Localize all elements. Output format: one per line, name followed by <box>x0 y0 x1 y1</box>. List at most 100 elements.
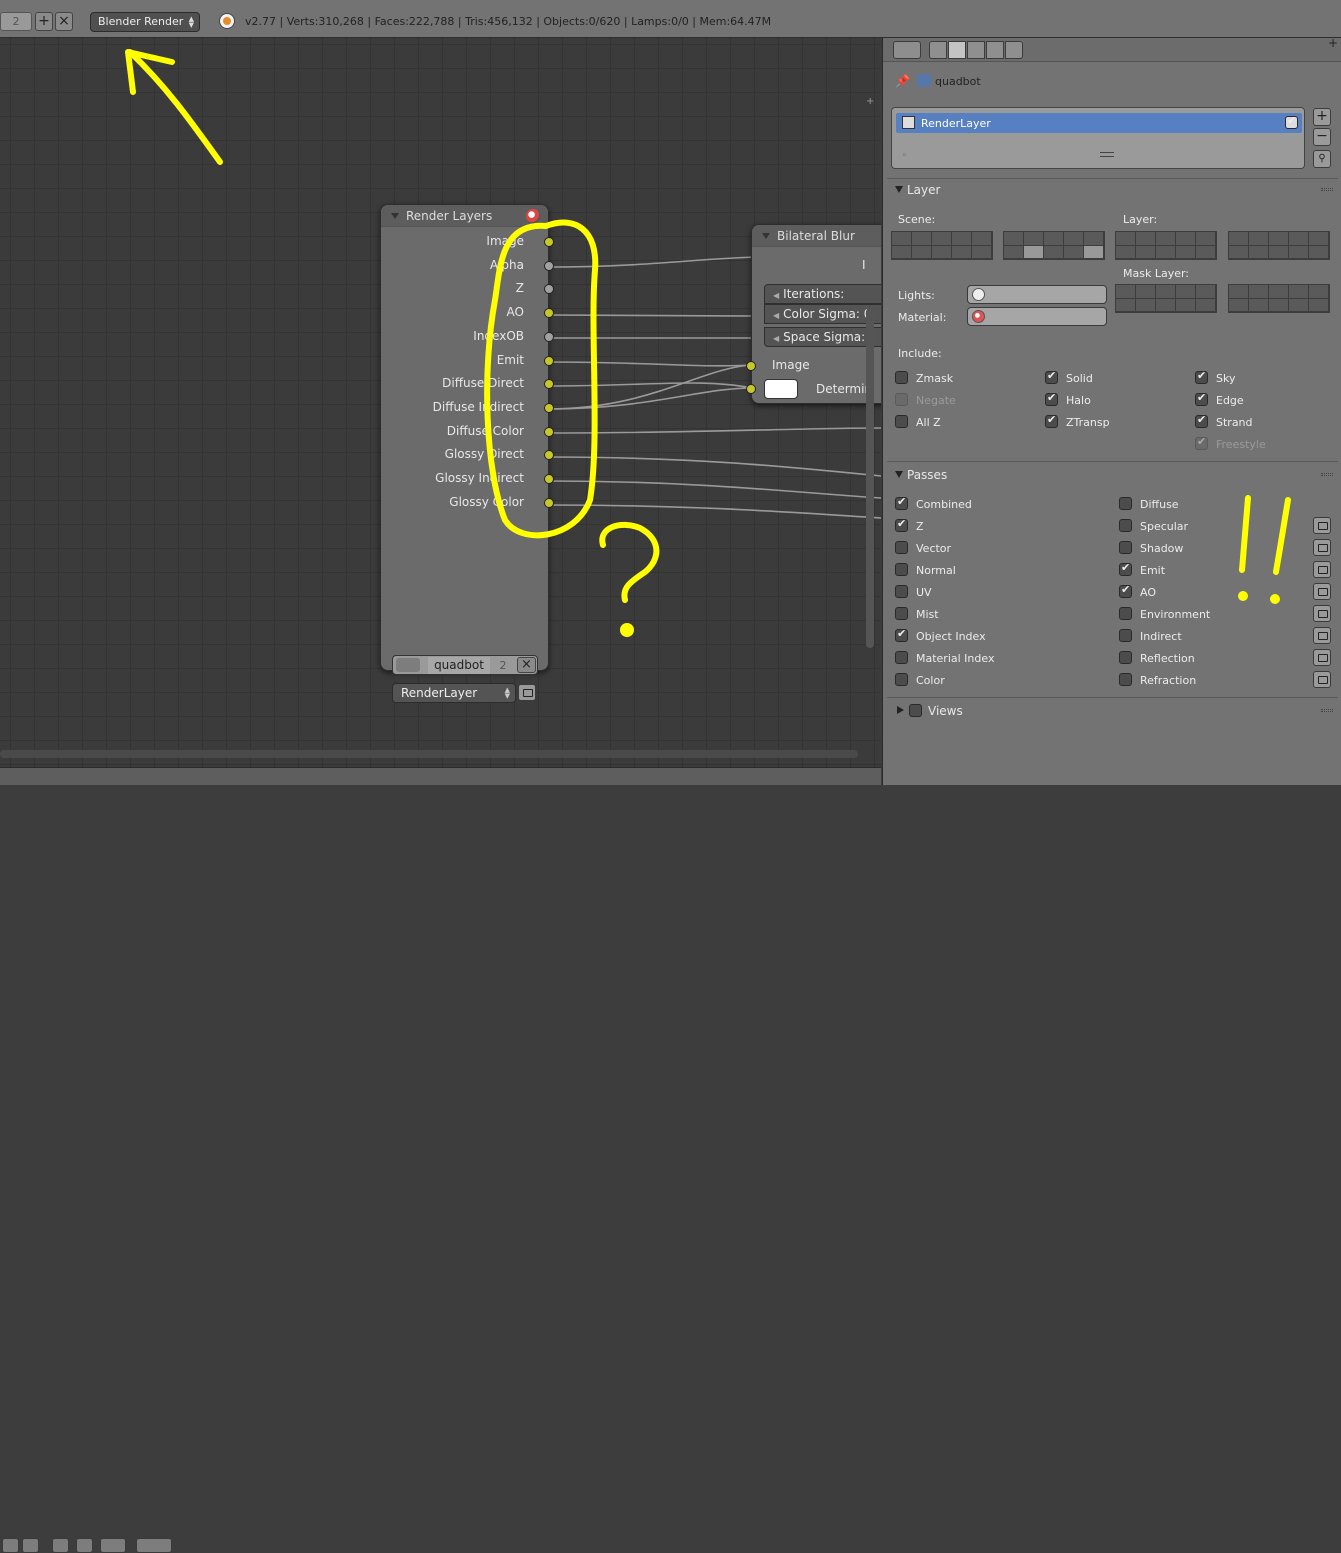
delete-scene-button[interactable]: × <box>55 12 73 31</box>
bilateral-blur-node[interactable]: Bilateral Blur I ◀ Iterations: ◀ Color Sig… <box>746 224 881 404</box>
iterations-field[interactable]: ◀ Iterations: <box>764 284 881 304</box>
pass-checkbox[interactable] <box>895 517 908 532</box>
render-layer-list-item[interactable]: RenderLayer <box>896 113 1302 133</box>
scene-users-field[interactable]: 2 <box>0 12 32 31</box>
pass-checkbox[interactable] <box>1119 541 1132 554</box>
pass-exclude-button[interactable] <box>1313 517 1331 534</box>
pass-checkbox[interactable] <box>1119 519 1132 532</box>
views-panel-expand-icon[interactable] <box>897 706 904 714</box>
output-socket[interactable] <box>544 260 554 271</box>
pin-icon[interactable]: 📌 <box>895 74 910 88</box>
pass-checkbox[interactable] <box>1119 561 1132 576</box>
scene-name-field[interactable]: quadbot <box>428 657 490 674</box>
pass-checkbox[interactable] <box>1119 629 1132 642</box>
scene-selector[interactable]: quadbot 2 × <box>392 655 538 675</box>
pass-checkbox[interactable] <box>1119 673 1132 686</box>
panel-drag-grip-icon[interactable] <box>1321 188 1333 191</box>
pass-exclude-button[interactable] <box>1313 539 1331 556</box>
properties-editor[interactable]: + 📌 quadbot RenderLayer ◦ + − ⚲ Layer Sc… <box>882 36 1341 785</box>
panel-drag-grip-icon[interactable] <box>1321 709 1333 712</box>
include-checkbox[interactable] <box>1195 435 1208 450</box>
pass-checkbox[interactable] <box>895 541 908 554</box>
pass-checkbox[interactable] <box>895 563 908 576</box>
output-socket[interactable] <box>544 237 554 247</box>
include-checkbox[interactable] <box>1195 369 1208 384</box>
include-checkbox[interactable] <box>1045 413 1058 428</box>
passes-panel-collapse-icon[interactable] <box>895 471 903 478</box>
pass-checkbox[interactable] <box>895 651 908 664</box>
output-socket[interactable] <box>544 355 554 366</box>
pass-checkbox[interactable] <box>895 673 908 686</box>
pass-checkbox[interactable] <box>895 585 908 598</box>
footer-icon-e[interactable] <box>100 1538 126 1553</box>
add-render-layer-button[interactable]: + <box>1313 108 1331 126</box>
pass-exclude-button[interactable] <box>1313 627 1331 644</box>
pass-checkbox[interactable] <box>895 495 908 510</box>
output-socket[interactable] <box>544 497 554 508</box>
vertical-scrollbar[interactable] <box>866 308 874 648</box>
horizontal-scrollbar[interactable] <box>0 750 858 758</box>
render-engine-dropdown[interactable]: Blender Render ▲ ▼ <box>90 12 200 32</box>
color-sigma-field[interactable]: ◀Color Sigma: 0 <box>764 304 881 324</box>
pass-exclude-button[interactable] <box>1313 561 1331 578</box>
pin-render-layer-button[interactable]: ⚲ <box>1313 150 1331 168</box>
pass-exclude-button[interactable] <box>1313 671 1331 688</box>
list-filter-icon[interactable]: ◦ <box>902 151 907 161</box>
render-preview-icon[interactable] <box>526 209 540 223</box>
layer-panel-title[interactable]: Layer <box>907 183 940 197</box>
corner-cross-icon[interactable]: + <box>1328 36 1338 50</box>
pass-checkbox[interactable] <box>1119 651 1132 664</box>
render-layers-node[interactable]: Render Layers Image Alpha Z AO IndexOB Emit Di… <box>380 204 554 703</box>
pass-exclude-button[interactable] <box>1313 583 1331 600</box>
editor-type-menu[interactable] <box>893 41 921 59</box>
lights-group-field[interactable] <box>967 285 1107 304</box>
pass-checkbox[interactable] <box>1119 583 1132 598</box>
render-layers-list[interactable]: RenderLayer ◦ <box>891 107 1305 169</box>
render-layer-dropdown[interactable]: RenderLayer ▲ ▼ <box>392 683 516 703</box>
add-scene-button[interactable]: + <box>35 12 53 31</box>
include-checkbox[interactable] <box>895 371 908 384</box>
bilateral-blur-node-header[interactable]: Bilateral Blur <box>752 225 881 247</box>
passes-panel-title[interactable]: Passes <box>907 468 947 482</box>
render-layers-node-header[interactable]: Render Layers <box>381 205 548 227</box>
pass-exclude-button[interactable] <box>1313 649 1331 666</box>
pass-checkbox[interactable] <box>895 627 908 642</box>
remove-render-layer-button[interactable]: − <box>1313 128 1331 146</box>
mask-layers-grid-b[interactable] <box>1228 284 1330 313</box>
footer-icon-a[interactable] <box>2 1538 19 1553</box>
render-tab-icon[interactable] <box>929 41 947 59</box>
expand-toolshelf-icon[interactable]: + <box>866 96 874 107</box>
footer-icon-f[interactable] <box>136 1538 172 1553</box>
collapse-triangle-icon[interactable] <box>391 213 399 219</box>
include-checkbox[interactable] <box>1195 413 1208 428</box>
include-checkbox[interactable] <box>895 415 908 428</box>
pass-checkbox[interactable] <box>1119 607 1132 620</box>
include-checkbox[interactable] <box>895 393 908 406</box>
layer-panel-collapse-icon[interactable] <box>895 186 903 193</box>
list-resize-grip-icon[interactable] <box>1100 152 1114 157</box>
include-checkbox[interactable] <box>1045 391 1058 406</box>
views-panel-title[interactable]: Views <box>928 704 963 718</box>
footer-icon-c[interactable] <box>52 1538 69 1553</box>
pass-checkbox[interactable] <box>895 607 908 620</box>
unlink-scene-button[interactable]: × <box>517 657 536 673</box>
render-layer-enable-checkbox[interactable] <box>1285 114 1298 129</box>
world-tab-icon[interactable] <box>986 41 1004 59</box>
render-layers-grid-a[interactable] <box>1115 231 1217 260</box>
footer-icon-d[interactable] <box>76 1538 93 1553</box>
mask-layers-grid-a[interactable] <box>1115 284 1217 313</box>
space-sigma-field[interactable]: ◀Space Sigma:2 <box>764 327 881 347</box>
collapse-triangle-icon[interactable] <box>762 233 770 239</box>
output-socket[interactable] <box>544 426 554 437</box>
texture-tab-icon[interactable] <box>1005 41 1023 59</box>
determinator-color-swatch[interactable] <box>764 379 798 399</box>
pass-checkbox[interactable] <box>1119 497 1132 510</box>
output-socket[interactable] <box>544 402 554 413</box>
views-enable-checkbox[interactable] <box>909 704 922 717</box>
include-checkbox[interactable] <box>1045 369 1058 384</box>
scene-tab-icon[interactable] <box>967 41 985 59</box>
pass-exclude-button[interactable] <box>1313 605 1331 622</box>
output-socket[interactable] <box>544 474 554 484</box>
node-editor[interactable]: Render Layers Image Alpha Z AO IndexOB Emit Di… <box>0 38 881 785</box>
render-layer-camera-button[interactable] <box>518 684 536 701</box>
